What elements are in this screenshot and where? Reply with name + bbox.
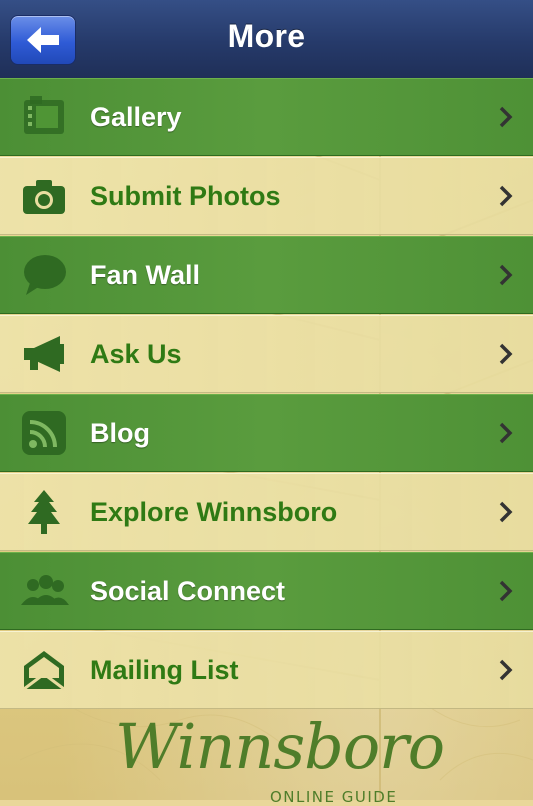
menu-item-label: Fan Wall [90, 260, 201, 290]
speech-bubble-icon [18, 251, 70, 299]
menu-item-mailing-list[interactable]: Mailing List [0, 631, 533, 709]
menu-item-social-connect[interactable]: Social Connect [0, 552, 533, 630]
menu-item-label: Submit Photos [90, 181, 281, 211]
logo-subtitle: ONLINE GUIDE [270, 788, 398, 806]
menu-item-label: Ask Us [90, 339, 182, 369]
chevron-right-icon [497, 182, 515, 210]
menu-item-blog[interactable]: Blog [0, 394, 533, 472]
menu-item-ask-us[interactable]: Ask Us [0, 315, 533, 393]
menu-item-submit-photos[interactable]: Submit Photos [0, 157, 533, 235]
menu-item-label: Mailing List [90, 655, 239, 685]
tree-icon [18, 488, 70, 536]
megaphone-icon [18, 330, 70, 378]
chevron-right-icon [497, 103, 515, 131]
chevron-right-icon [497, 261, 515, 289]
people-icon [18, 567, 70, 615]
rss-icon [18, 409, 70, 457]
menu-item-fan-wall[interactable]: Fan Wall [0, 236, 533, 314]
navigation-bar: More [0, 0, 533, 80]
page-title: More [227, 18, 306, 54]
chevron-right-icon [497, 656, 515, 684]
chevron-right-icon [497, 577, 515, 605]
menu-item-label: Gallery [90, 102, 182, 132]
menu-item-label: Explore Winnsboro [90, 497, 338, 527]
menu-item-label: Blog [90, 418, 150, 448]
menu-item-gallery[interactable]: Gallery [0, 78, 533, 156]
chevron-right-icon [497, 419, 515, 447]
menu-item-label: Social Connect [90, 576, 286, 606]
camera-icon [18, 172, 70, 220]
film-strip-icon [18, 93, 70, 141]
chevron-right-icon [497, 498, 515, 526]
envelope-icon [18, 646, 70, 694]
chevron-right-icon [497, 340, 515, 368]
menu-item-explore-winnsboro[interactable]: Explore Winnsboro [0, 473, 533, 551]
logo-script-text: Winnsboro [115, 710, 445, 783]
menu-list: Gallery Submit Photos Fan Wall Ask Us Bl… [0, 78, 533, 710]
